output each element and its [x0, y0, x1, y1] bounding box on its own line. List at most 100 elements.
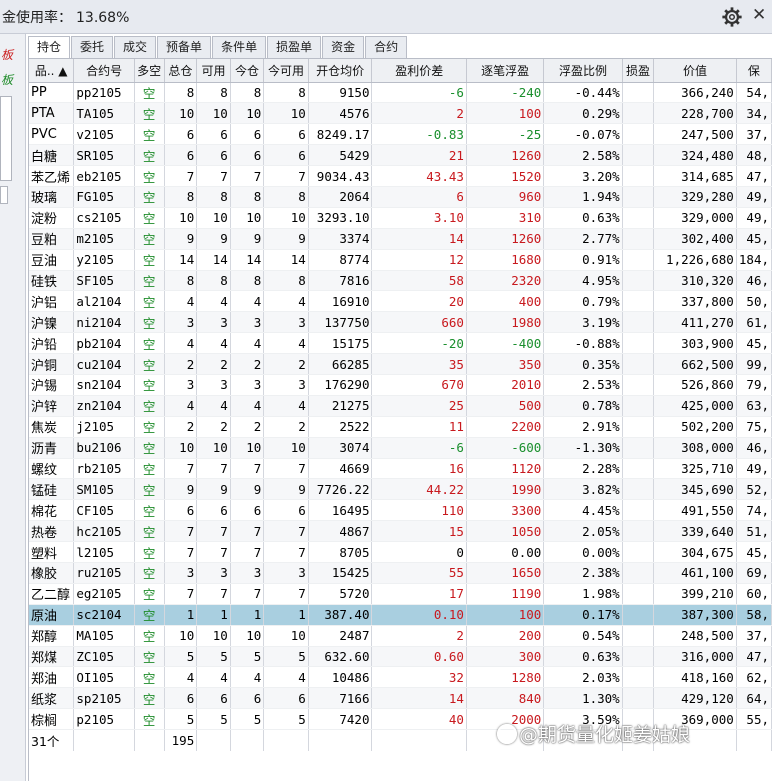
table-cell: 3074 — [308, 437, 373, 459]
table-row[interactable]: 纸浆 sp2105 空 6 6 6 6 7166 14 840 1.30% 429,120 64, — [29, 687, 772, 710]
table-cell: 2.05% — [543, 520, 623, 543]
table-row[interactable]: 豆油 y2105 空 14 14 14 14 8774 12 1680 0.91% 1,226,680… — [29, 249, 772, 271]
table-row[interactable]: 郑醇 MA105 空 10 10 10 10 2487 2 200 0.54% 248,500 37, — [29, 625, 772, 647]
table-row[interactable]: 塑料 l2105 空 7 7 7 7 8705 0 0.00 0.00% 304,675 45, — [29, 541, 772, 563]
table-cell: 2.38% — [543, 562, 623, 584]
column-header[interactable]: 总仓 — [164, 59, 198, 83]
table-cell: 308,000 — [653, 437, 737, 459]
table-row[interactable]: 郑油 OI105 空 4 4 4 4 10486 32 1280 2.03% 418,160 62, — [29, 666, 772, 689]
tab-bar: 持仓 委托 成交 预备单 条件单 损盈单 资金 合约 — [28, 36, 408, 58]
column-header[interactable]: 多空 — [134, 59, 165, 83]
table-row[interactable]: 热卷 hc2105 空 7 7 7 7 4867 15 1050 2.05% 339,640 51, — [29, 520, 772, 543]
table-cell: 空 — [134, 165, 165, 187]
positions-table: 品.. ▲ 合约号 多空 总仓 可用 今仓 今可用 开仓均价 盈利价差 逐笔浮盈 浮盈比例 损盈 价值保… — [29, 59, 772, 751]
table-cell: 7166 — [308, 687, 373, 710]
table-cell: FG105 — [73, 186, 135, 208]
table-row[interactable]: 郑煤 ZC105 空 5 5 5 5 632.60 0.60 300 0.63% 316,000 47, — [29, 646, 772, 668]
tab-0[interactable]: 持仓 — [28, 36, 71, 58]
table-cell: 2522 — [308, 416, 373, 438]
table-cell: 空 — [134, 416, 165, 438]
tab-2[interactable]: 成交 — [114, 36, 157, 58]
table-cell: 37, — [736, 123, 772, 146]
table-row[interactable]: 硅铁 SF105 空 8 8 8 8 7816 58 2320 4.95% 310,320 46, — [29, 270, 772, 292]
close-icon[interactable]: ✕ — [752, 5, 766, 25]
table-cell: 4 — [164, 395, 198, 417]
tab-5[interactable]: 损盈单 — [267, 36, 322, 58]
table-cell: 7 — [230, 541, 265, 563]
table-cell — [622, 249, 655, 271]
table-row[interactable]: 乙二醇 eg2105 空 7 7 7 7 5720 17 1190 1.98% 399,210 60, — [29, 583, 772, 605]
table-cell: 49, — [736, 458, 772, 480]
table-cell: 46, — [736, 270, 772, 292]
table-row[interactable]: 沥青 bu2106 空 10 10 10 10 3074 -6 -600 -1.30% 308,000… — [29, 437, 772, 459]
table-row[interactable]: 苯乙烯 eb2105 空 7 7 7 7 9034.43 43.43 1520 3.20% 314,6… — [29, 165, 772, 187]
tab-7[interactable]: 合约 — [365, 36, 408, 58]
table-row[interactable]: 橡胶 ru2105 空 3 3 3 3 15425 55 1650 2.38% 461,100 69, — [29, 562, 772, 584]
gear-icon[interactable] — [721, 6, 743, 28]
left-panel-field[interactable] — [0, 96, 12, 181]
column-header[interactable]: 合约号 — [73, 59, 135, 83]
table-cell: PTA — [29, 102, 75, 125]
table-row[interactable]: 白糖 SR105 空 6 6 6 6 5429 21 1260 2.58% 324,480 48, — [29, 144, 772, 167]
table-cell: 10 — [164, 437, 198, 459]
column-header[interactable]: 保 — [736, 59, 772, 83]
table-cell: eb2105 — [73, 165, 135, 187]
table-row[interactable]: 沪铅 pb2104 空 4 4 4 4 15175 -20 -400 -0.88% 303,900 45… — [29, 332, 772, 355]
column-header[interactable]: 今仓 — [230, 59, 265, 83]
table-row[interactable]: 沪锡 sn2104 空 3 3 3 3 176290 670 2010 2.53% 526,860 79… — [29, 374, 772, 396]
column-header[interactable]: 逐笔浮盈 — [466, 59, 545, 83]
table-cell: 空 — [134, 625, 165, 647]
tab-4[interactable]: 条件单 — [212, 36, 267, 58]
table-cell: 沪镍 — [29, 311, 75, 334]
table-cell: 0.35% — [543, 353, 623, 375]
column-header[interactable]: 可用 — [196, 59, 231, 83]
table-row[interactable]: 淀粉 cs2105 空 10 10 10 10 3293.10 3.10 310 0.63% 329,… — [29, 207, 772, 229]
table-cell: 526,860 — [653, 374, 737, 396]
table-cell: 10 — [263, 102, 309, 125]
table-row[interactable]: PP pp2105 空 8 8 8 8 9150 -6 -240 -0.44% 366,240 54, — [29, 82, 772, 104]
table-cell: 6 — [263, 499, 309, 522]
table-cell — [622, 666, 655, 689]
table-cell: 1280 — [466, 666, 545, 689]
table-cell: 45, — [736, 541, 772, 563]
tab-6[interactable]: 资金 — [322, 36, 365, 58]
table-cell: 2 — [164, 416, 198, 438]
left-panel-small-field[interactable] — [0, 186, 8, 204]
table-cell: 3 — [164, 374, 198, 396]
table-cell — [622, 228, 655, 250]
table-row[interactable]: 豆粕 m2105 空 9 9 9 9 3374 14 1260 2.77% 302,400 45, — [29, 228, 772, 250]
table-cell: eg2105 — [73, 583, 135, 605]
table-row[interactable]: PVC v2105 空 6 6 6 6 8249.17 -0.83 -25 -0.07% 247,50… — [29, 123, 772, 146]
table-cell: PVC — [29, 123, 75, 146]
table-cell: zn2104 — [73, 395, 135, 417]
table-row[interactable]: 玻璃 FG105 空 8 8 8 8 2064 6 960 1.94% 329,280 49, — [29, 186, 772, 208]
column-header[interactable]: 损盈 — [622, 59, 655, 83]
table-cell — [622, 541, 655, 563]
column-header[interactable]: 品.. ▲ — [29, 59, 75, 83]
table-row[interactable]: 焦炭 j2105 空 2 2 2 2 2522 11 2200 2.91% 502,200 75, — [29, 416, 772, 438]
table-cell: -20 — [371, 332, 467, 355]
table-row[interactable]: 沪镍 ni2104 空 3 3 3 3 137750 660 1980 3.19% 411,270 61… — [29, 311, 772, 334]
column-header[interactable]: 今可用 — [263, 59, 309, 83]
table-cell: 0.17% — [543, 604, 623, 626]
column-header[interactable]: 价值 — [653, 59, 737, 83]
table-row[interactable]: 原油 sc2104 空 1 1 1 1 387.40 0.10 100 0.17% 387,300 58… — [29, 604, 772, 626]
table-cell: 300 — [466, 646, 545, 668]
table-cell — [622, 270, 655, 292]
table-row[interactable]: 锰硅 SM105 空 9 9 9 9 7726.22 44.22 1990 3.82% 345,690… — [29, 478, 772, 501]
table-row[interactable]: PTA TA105 空 10 10 10 10 4576 2 100 0.29% 228,700 34, — [29, 102, 772, 125]
column-header[interactable]: 开仓均价 — [308, 59, 373, 83]
table-cell: 2 — [263, 353, 309, 375]
table-row[interactable]: 沪锌 zn2104 空 4 4 4 4 21275 25 500 0.78% 425,000 63, — [29, 395, 772, 417]
tab-3[interactable]: 预备单 — [157, 36, 212, 58]
table-cell: 6 — [196, 499, 231, 522]
table-row[interactable]: 棉花 CF105 空 6 6 6 6 16495 110 3300 4.45% 491,550 74, — [29, 499, 772, 522]
table-cell: 空 — [134, 437, 165, 459]
table-row[interactable]: 沪铝 al2104 空 4 4 4 4 16910 20 400 0.79% 337,800 50, — [29, 290, 772, 313]
column-header[interactable]: 浮盈比例 — [543, 59, 623, 83]
table-cell: 硅铁 — [29, 270, 75, 292]
table-row[interactable]: 沪铜 cu2104 空 2 2 2 2 66285 35 350 0.35% 662,500 99, — [29, 353, 772, 375]
table-row[interactable]: 螺纹 rb2105 空 7 7 7 7 4669 16 1120 2.28% 325,710 49, — [29, 458, 772, 480]
tab-1[interactable]: 委托 — [71, 36, 114, 58]
column-header[interactable]: 盈利价差 — [371, 59, 467, 83]
